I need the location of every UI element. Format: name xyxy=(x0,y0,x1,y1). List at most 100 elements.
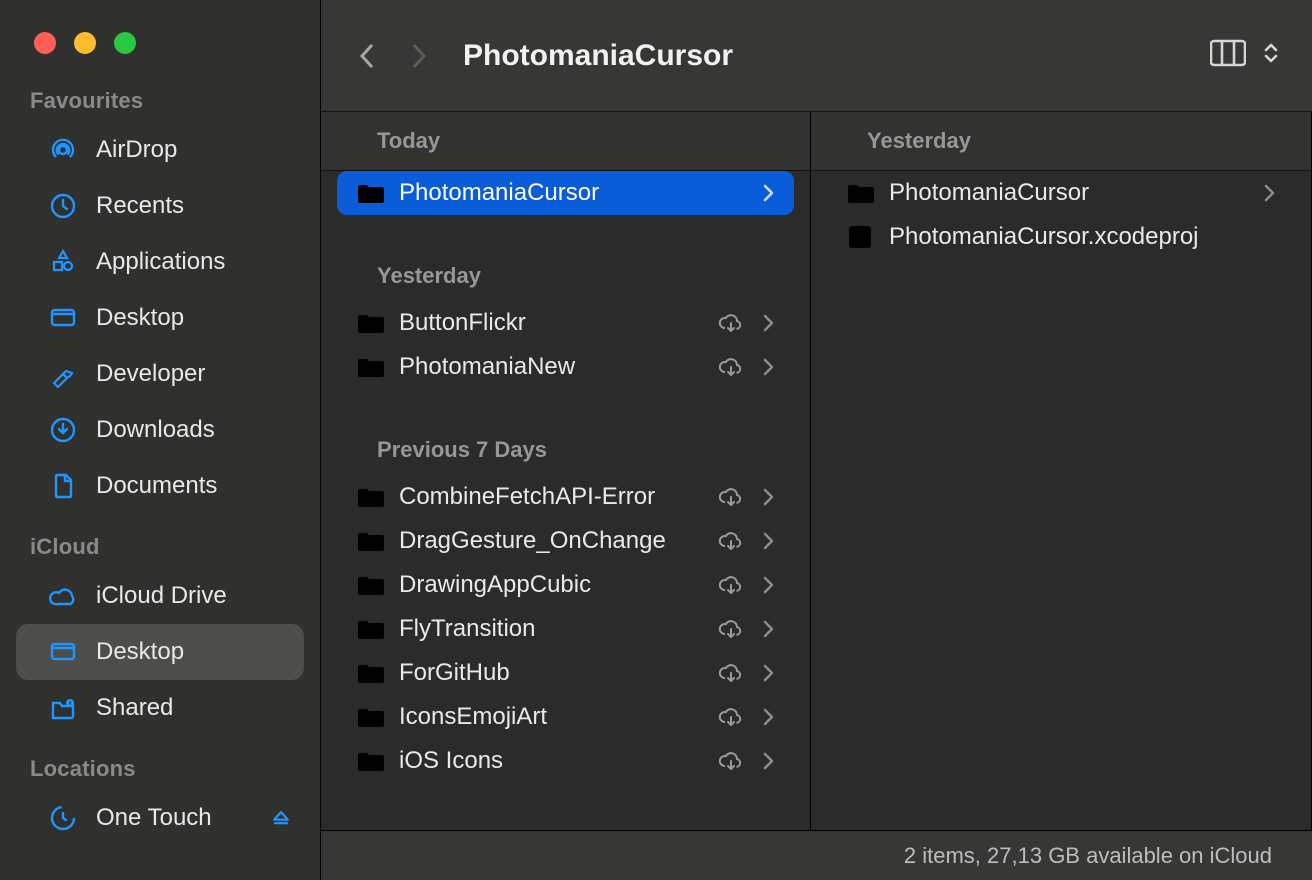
forward-button[interactable] xyxy=(403,36,433,76)
chevron-right-icon xyxy=(760,575,776,595)
zoom-button[interactable] xyxy=(114,32,136,54)
file-row[interactable]: PhotomaniaCursor.xcodeproj xyxy=(827,215,1295,259)
eject-icon[interactable] xyxy=(264,806,298,830)
chevron-right-icon xyxy=(760,487,776,507)
sidebar-item-recents[interactable]: Recents xyxy=(16,178,304,234)
cloud-download-icon[interactable] xyxy=(716,749,746,773)
column-browser: Today PhotomaniaCursor Yesterday ButtonF… xyxy=(321,112,1312,830)
finder-window: Favourites AirDrop Recents Applications … xyxy=(0,0,1312,880)
column-group-header: Previous 7 Days xyxy=(321,417,810,475)
file-row[interactable]: ButtonFlickr xyxy=(337,301,794,345)
sidebar-item-label: Shared xyxy=(96,694,173,722)
sidebar-section-header[interactable]: Favourites xyxy=(0,82,320,122)
cloud-download-icon[interactable] xyxy=(716,661,746,685)
sidebar-item-developer[interactable]: Developer xyxy=(16,346,304,402)
window-title: PhotomaniaCursor xyxy=(463,39,1190,73)
time-machine-icon xyxy=(46,804,80,832)
sidebar-item-label: One Touch xyxy=(96,804,212,832)
column-1[interactable]: Yesterday PhotomaniaCursor PhotomaniaCur… xyxy=(811,112,1312,830)
file-row[interactable]: CombineFetchAPI-Error xyxy=(337,475,794,519)
toolbar: PhotomaniaCursor xyxy=(321,0,1312,112)
column-group-header: Today xyxy=(321,112,810,171)
sidebar-section-header[interactable]: iCloud xyxy=(0,528,320,568)
close-button[interactable] xyxy=(34,32,56,54)
file-row[interactable]: DrawingAppCubic xyxy=(337,563,794,607)
clock-icon xyxy=(46,192,80,220)
sidebar-item-applications[interactable]: Applications xyxy=(16,234,304,290)
folder-icon xyxy=(357,617,385,641)
desktop-icon xyxy=(46,638,80,666)
file-row[interactable]: IconsEmojiArt xyxy=(337,695,794,739)
folder-icon xyxy=(357,181,385,205)
sidebar-item-label: Desktop xyxy=(96,638,184,666)
folder-icon xyxy=(357,705,385,729)
folder-icon xyxy=(357,485,385,509)
cloud-download-icon[interactable] xyxy=(716,485,746,509)
document-icon xyxy=(46,472,80,500)
sidebar-item-airdrop[interactable]: AirDrop xyxy=(16,122,304,178)
column-group-header: Yesterday xyxy=(811,112,1311,171)
sidebar-item-desktop[interactable]: Desktop xyxy=(16,624,304,680)
sidebar-item-label: iCloud Drive xyxy=(96,582,227,610)
desktop-icon xyxy=(46,304,80,332)
xcodeproj-icon xyxy=(847,224,875,250)
status-bar: 2 items, 27,13 GB available on iCloud xyxy=(321,830,1312,880)
file-name: DragGesture_OnChange xyxy=(399,527,702,555)
view-options-icon xyxy=(1262,42,1280,69)
file-name: PhotomaniaCursor xyxy=(889,179,1247,207)
cloud-download-icon[interactable] xyxy=(716,705,746,729)
file-row[interactable]: PhotomaniaNew xyxy=(337,345,794,389)
cloud-download-icon[interactable] xyxy=(716,311,746,335)
sidebar-item-label: Downloads xyxy=(96,416,215,444)
file-name: iOS Icons xyxy=(399,747,702,775)
file-name: IconsEmojiArt xyxy=(399,703,702,731)
sidebar-item-label: Applications xyxy=(96,248,225,276)
sidebar-item-desktop[interactable]: Desktop xyxy=(16,290,304,346)
back-button[interactable] xyxy=(353,36,383,76)
main-pane: PhotomaniaCursor Today PhotomaniaCursor … xyxy=(320,0,1312,880)
cloud-download-icon[interactable] xyxy=(716,573,746,597)
file-name: PhotomaniaCursor xyxy=(399,179,746,207)
file-name: ForGitHub xyxy=(399,659,702,687)
sidebar-item-downloads[interactable]: Downloads xyxy=(16,402,304,458)
file-row[interactable]: PhotomaniaCursor xyxy=(827,171,1295,215)
view-mode-control[interactable] xyxy=(1210,38,1280,73)
minimize-button[interactable] xyxy=(74,32,96,54)
file-row[interactable]: DragGesture_OnChange xyxy=(337,519,794,563)
file-name: FlyTransition xyxy=(399,615,702,643)
chevron-right-icon xyxy=(760,183,776,203)
sidebar-item-label: Recents xyxy=(96,192,184,220)
cloud-download-icon[interactable] xyxy=(716,529,746,553)
status-text: 2 items, 27,13 GB available on iCloud xyxy=(904,843,1272,869)
column-group-header: Yesterday xyxy=(321,243,810,301)
chevron-right-icon xyxy=(760,619,776,639)
apps-icon xyxy=(46,248,80,276)
file-row[interactable]: FlyTransition xyxy=(337,607,794,651)
cloud-download-icon[interactable] xyxy=(716,617,746,641)
sidebar-item-documents[interactable]: Documents xyxy=(16,458,304,514)
sidebar-item-icloud-drive[interactable]: iCloud Drive xyxy=(16,568,304,624)
sidebar-item-one-touch[interactable]: One Touch xyxy=(16,790,304,846)
file-name: PhotomaniaCursor.xcodeproj xyxy=(889,223,1277,251)
file-row[interactable]: iOS Icons xyxy=(337,739,794,783)
chevron-right-icon xyxy=(1261,183,1277,203)
chevron-right-icon xyxy=(760,707,776,727)
folder-icon xyxy=(357,355,385,379)
chevron-right-icon xyxy=(760,663,776,683)
column-0[interactable]: Today PhotomaniaCursor Yesterday ButtonF… xyxy=(321,112,811,830)
download-icon xyxy=(46,416,80,444)
sidebar-item-label: AirDrop xyxy=(96,136,177,164)
sidebar-item-shared[interactable]: Shared xyxy=(16,680,304,736)
hammer-icon xyxy=(46,360,80,388)
file-row[interactable]: PhotomaniaCursor xyxy=(337,171,794,215)
sidebar-item-label: Developer xyxy=(96,360,205,388)
folder-icon xyxy=(357,661,385,685)
sidebar-section-header[interactable]: Locations xyxy=(0,750,320,790)
chevron-right-icon xyxy=(760,357,776,377)
cloud-download-icon[interactable] xyxy=(716,355,746,379)
file-row[interactable]: ForGitHub xyxy=(337,651,794,695)
shared-folder-icon xyxy=(46,694,80,722)
sidebar-item-label: Documents xyxy=(96,472,217,500)
columns-view-icon xyxy=(1210,38,1246,73)
sidebar-item-label: Desktop xyxy=(96,304,184,332)
